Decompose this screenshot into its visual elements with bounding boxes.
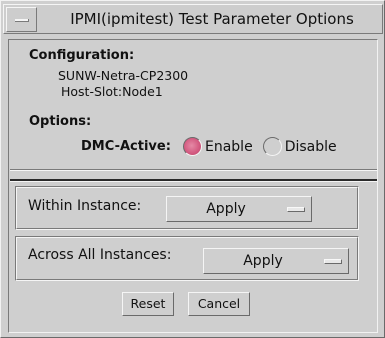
disable-label: Disable: [284, 138, 337, 155]
disable-radio[interactable]: Disable: [262, 137, 337, 156]
across-instances-frame: Across All Instances: Apply: [15, 236, 359, 281]
dialog-window: IPMI(ipmitest) Test Parameter Options Co…: [0, 0, 385, 338]
option-menu-indicator-icon: [287, 207, 305, 212]
enable-radio[interactable]: Enable: [183, 137, 253, 156]
title-bar[interactable]: IPMI(ipmitest) Test Parameter Options: [3, 4, 383, 34]
reset-button[interactable]: Reset: [122, 292, 174, 316]
within-instance-frame: Within Instance: Apply: [15, 186, 359, 230]
radio-unselected-icon: [262, 137, 282, 156]
within-instance-value: Apply: [206, 201, 246, 217]
radio-selected-icon: [183, 137, 202, 156]
across-instances-label: Across All Instances:: [28, 247, 172, 263]
configuration-heading: Configuration:: [29, 48, 135, 63]
window-title: IPMI(ipmitest) Test Parameter Options: [70, 10, 354, 28]
across-instances-select[interactable]: Apply: [203, 248, 349, 274]
across-instances-value: Apply: [243, 253, 283, 269]
dialog-body: Configuration: SUNW-Netra-CP2300 Host-Sl…: [8, 39, 378, 333]
host-slot: Host-Slot:Node1: [61, 84, 163, 99]
separator-main: [10, 179, 377, 182]
enable-label: Enable: [205, 138, 253, 155]
cancel-button[interactable]: Cancel: [188, 292, 250, 316]
within-instance-select[interactable]: Apply: [166, 196, 312, 222]
within-instance-label: Within Instance:: [28, 198, 142, 214]
separator-top: [10, 169, 377, 171]
options-heading: Options:: [29, 114, 92, 129]
platform-name: SUNW-Netra-CP2300: [58, 68, 189, 83]
option-menu-indicator-icon: [324, 259, 342, 264]
dmc-active-radio-group: Enable Disable: [183, 137, 337, 156]
dmc-active-label: DMC-Active:: [81, 139, 171, 154]
window-menu-button[interactable]: [6, 7, 37, 32]
window-menu-icon: [15, 19, 29, 22]
